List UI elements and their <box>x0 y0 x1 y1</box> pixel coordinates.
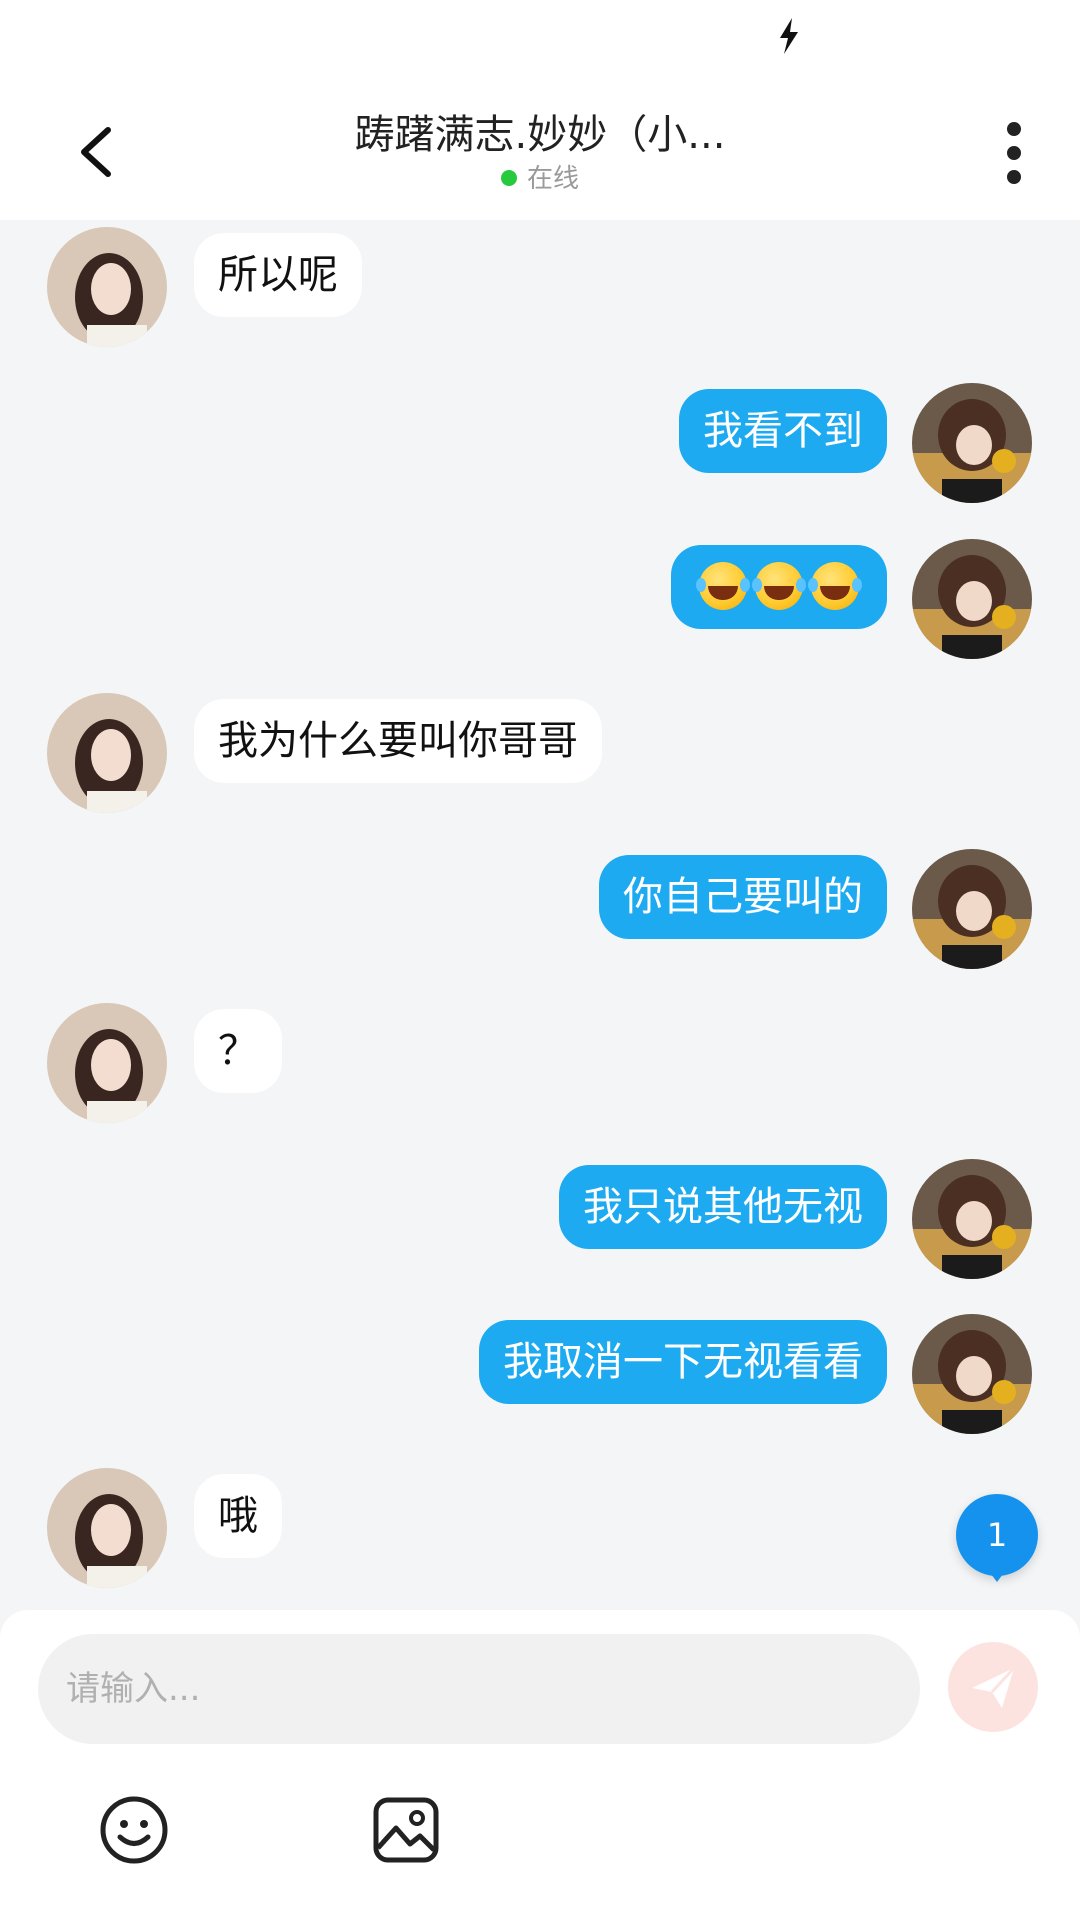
online-dot-icon <box>500 169 517 186</box>
laugh-cry-emoji-icon <box>808 562 859 610</box>
contact-avatar[interactable] <box>47 1468 167 1588</box>
image-icon[interactable] <box>370 1794 442 1866</box>
chat-header: 踌躇满志.妙妙（小... 在线 <box>0 80 1080 220</box>
message-composer <box>0 1610 1080 1920</box>
my-avatar[interactable] <box>912 1314 1032 1434</box>
message-input[interactable] <box>38 1634 920 1744</box>
message-outgoing: 我只说其他无视 <box>0 1159 1080 1279</box>
message-bubble[interactable]: 我取消一下无视看看 <box>479 1320 887 1404</box>
send-icon <box>972 1666 1016 1708</box>
contact-avatar[interactable] <box>47 1003 167 1123</box>
status-bar <box>0 0 1080 80</box>
my-avatar[interactable] <box>912 1159 1032 1279</box>
message-outgoing: 我取消一下无视看看 <box>0 1314 1080 1434</box>
online-status: 在线 <box>0 158 1080 195</box>
message-outgoing <box>0 539 1080 659</box>
charging-bolt-icon <box>780 18 798 54</box>
message-outgoing: 你自己要叫的 <box>0 849 1080 969</box>
more-options-button[interactable] <box>1000 118 1028 188</box>
laugh-cry-emoji-icon <box>752 562 803 610</box>
message-incoming: 所以呢 <box>0 227 1080 347</box>
message-bubble[interactable]: 哦 <box>194 1474 282 1558</box>
message-bubble[interactable]: 我为什么要叫你哥哥 <box>194 699 602 783</box>
more-vertical-icon <box>1007 122 1021 136</box>
more-vertical-dot <box>1007 146 1021 160</box>
message-incoming: ？ <box>0 1003 1080 1123</box>
my-avatar[interactable] <box>912 539 1032 659</box>
message-list[interactable]: 所以呢 我看不到 我为什么要叫你哥哥 你自己要叫的 ？ 我只说其他无视 我取消一… <box>0 220 1080 1610</box>
message-bubble[interactable]: ？ <box>194 1009 282 1093</box>
message-bubble[interactable] <box>671 545 887 629</box>
message-bubble[interactable]: 我只说其他无视 <box>559 1165 887 1249</box>
my-avatar[interactable] <box>912 849 1032 969</box>
laugh-cry-emoji-icon <box>696 562 747 610</box>
message-outgoing: 我看不到 <box>0 383 1080 503</box>
contact-avatar[interactable] <box>47 227 167 347</box>
contact-avatar[interactable] <box>47 693 167 813</box>
contact-name: 踌躇满志.妙妙（小... <box>354 112 726 158</box>
my-avatar[interactable] <box>912 383 1032 503</box>
unread-count-badge[interactable]: 1 <box>956 1494 1038 1582</box>
emoji-icon[interactable] <box>98 1794 170 1866</box>
message-bubble[interactable]: 你自己要叫的 <box>599 855 887 939</box>
more-vertical-dot <box>1007 170 1021 184</box>
send-button[interactable] <box>948 1642 1038 1732</box>
message-bubble[interactable]: 所以呢 <box>194 233 362 317</box>
message-bubble[interactable]: 我看不到 <box>679 389 887 473</box>
message-incoming: 我为什么要叫你哥哥 <box>0 693 1080 813</box>
online-status-label: 在线 <box>526 164 579 194</box>
message-incoming: 哦 <box>0 1468 1080 1588</box>
